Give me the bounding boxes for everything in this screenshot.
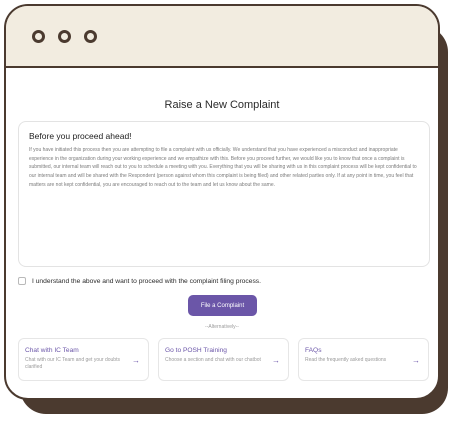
notice-card: Before you proceed ahead! If you have in… — [18, 121, 430, 267]
app-window: Raise a New Complaint Before you proceed… — [4, 4, 440, 400]
option-title: Chat with IC Team — [25, 347, 79, 354]
option-card-chat-ic-team[interactable]: Chat with IC Team Chat with our IC Team … — [18, 338, 149, 381]
notice-heading: Before you proceed ahead! — [29, 131, 132, 141]
consent-row[interactable]: I understand the above and want to proce… — [18, 277, 261, 285]
option-title: Go to POSH Training — [165, 347, 227, 354]
file-complaint-button[interactable]: File a Complaint — [188, 295, 257, 316]
window-control-dot-icon[interactable] — [32, 30, 45, 43]
option-title: FAQs — [305, 347, 322, 354]
window-control-dot-icon[interactable] — [84, 30, 97, 43]
option-description: Read the frequently asked questions — [305, 357, 387, 363]
consent-checkbox[interactable] — [18, 277, 26, 285]
option-card-faqs[interactable]: FAQs Read the frequently asked questions… — [298, 338, 429, 381]
arrow-right-icon: → — [132, 356, 140, 365]
arrow-right-icon: → — [412, 356, 420, 365]
arrow-right-icon: → — [272, 356, 280, 365]
window-control-dot-icon[interactable] — [58, 30, 71, 43]
alternatively-divider: --Alternatively-- — [205, 324, 239, 330]
option-description: Chat with our IC Team and get your doubt… — [25, 357, 120, 370]
page-title: Raise a New Complaint — [164, 99, 280, 111]
consent-label: I understand the above and want to proce… — [32, 277, 262, 285]
page-content: Raise a New Complaint Before you proceed… — [6, 68, 438, 398]
window-titlebar — [6, 6, 438, 68]
notice-body: If you have initiated this process then … — [29, 147, 417, 188]
option-description: Choose a section and chat with our chatb… — [165, 357, 261, 363]
option-card-posh-training[interactable]: Go to POSH Training Choose a section and… — [158, 338, 289, 381]
